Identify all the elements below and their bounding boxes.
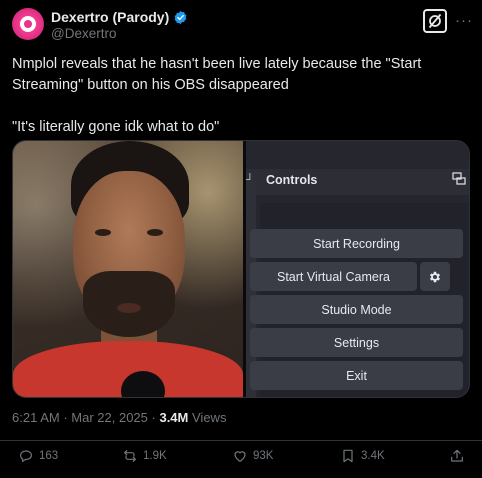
repost-button[interactable]: 1.9K (122, 448, 167, 464)
handle[interactable]: @Dexertro (51, 26, 116, 41)
reply-button[interactable]: 163 (18, 448, 58, 464)
display-name[interactable]: Dexertro (Parody) (51, 9, 169, 25)
grok-icon[interactable] (423, 9, 447, 33)
share-button[interactable] (449, 448, 465, 464)
studio-mode-button[interactable]: Studio Mode (250, 295, 463, 324)
repost-count: 1.9K (143, 450, 167, 462)
webcam-feed (13, 141, 243, 397)
bookmark-count: 3.4K (361, 450, 385, 462)
tweet-header: Dexertro (Parody) @Dexertro ··· (12, 8, 473, 42)
reply-count: 163 (39, 450, 59, 462)
tweet-time[interactable]: 6:21 AM (12, 410, 60, 425)
start-recording-button[interactable]: Start Recording (250, 229, 463, 258)
divider (0, 440, 482, 441)
bookmark-button[interactable]: 3.4K (340, 448, 385, 464)
dock-title: Controls (266, 173, 318, 187)
dock-handle-icon: ┘ (246, 174, 254, 186)
virtual-camera-settings-button[interactable] (420, 262, 450, 291)
bookmark-icon (343, 449, 353, 463)
views-count: 3.4M (159, 410, 189, 425)
start-virtual-camera-button[interactable]: Start Virtual Camera (250, 262, 417, 291)
tweet-paragraph-2: "It's literally gone idk what to do" (12, 119, 220, 135)
gear-icon (429, 271, 441, 282)
reply-icon (20, 450, 32, 463)
share-icon (451, 449, 463, 462)
name-row: Dexertro (Parody) (51, 9, 188, 25)
settings-button[interactable]: Settings (250, 328, 463, 357)
avatar[interactable] (12, 8, 44, 40)
heart-icon (234, 451, 246, 463)
repost-icon (124, 450, 136, 462)
verified-badge-icon (174, 10, 187, 24)
avatar-logo-icon (20, 16, 36, 32)
like-button[interactable]: 93K (232, 448, 273, 464)
views-label: Views (192, 410, 227, 425)
exit-button[interactable]: Exit (250, 361, 463, 390)
undock-icon[interactable] (452, 172, 466, 186)
like-count: 93K (253, 450, 274, 462)
tweet-date[interactable]: Mar 22, 2025 (71, 410, 148, 425)
tweet-meta: 6:21 AM · Mar 22, 2025 · 3.4M Views (12, 410, 226, 425)
tweet-paragraph-1: Nmplol reveals that he hasn't been live … (12, 56, 422, 93)
action-bar: 163 1.9K 93K 3.4K (0, 448, 482, 470)
more-options-icon[interactable]: ··· (455, 12, 473, 29)
